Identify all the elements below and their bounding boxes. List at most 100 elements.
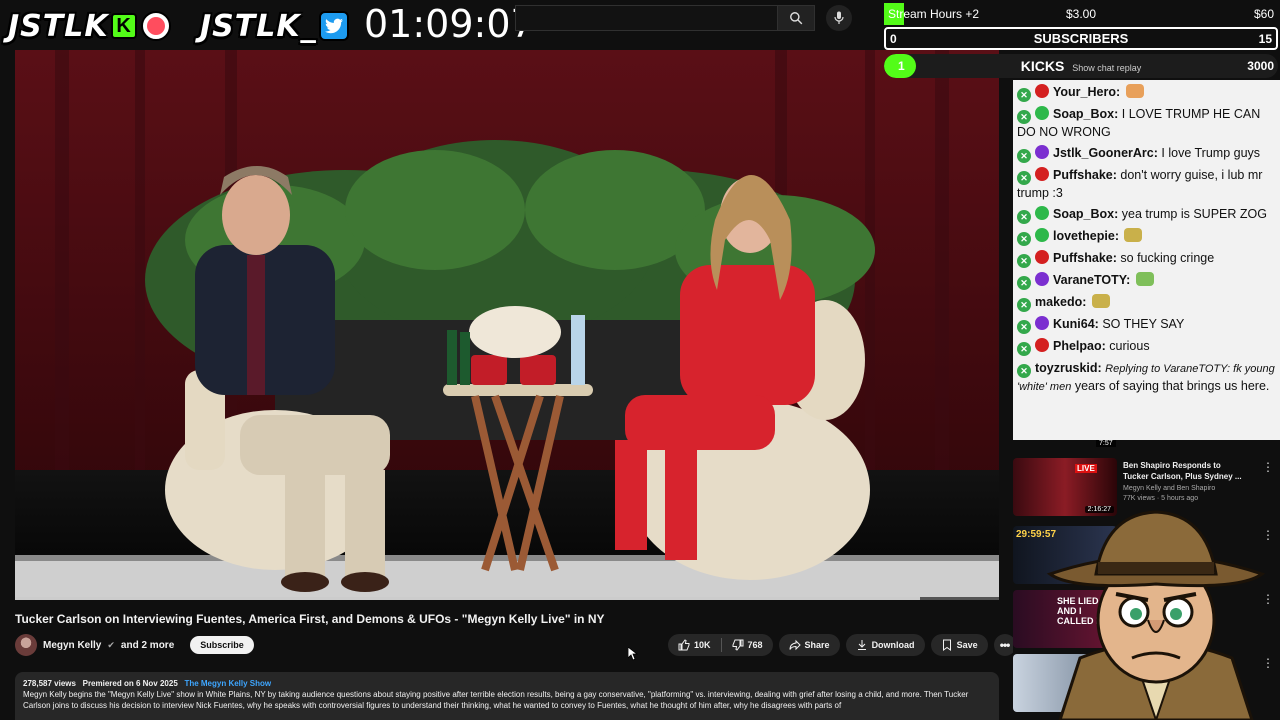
thumbs-up-icon — [678, 639, 690, 651]
twitter-brand-text: JSTLK_ — [200, 8, 317, 44]
like-button[interactable]: 10K — [668, 634, 721, 656]
mouse-cursor-icon — [628, 647, 638, 661]
top-bar: JSTLK K JSTLK_ 01:09:07 — [0, 0, 885, 50]
chat-text: I love Trump guys — [1161, 146, 1261, 160]
chat-username[interactable]: makedo: — [1035, 295, 1086, 309]
kick-logo-icon: K — [110, 13, 137, 39]
goal-bar: Stream Hours +2 $3.00 $60 — [884, 3, 1278, 25]
chat-username[interactable]: lovethepie: — [1053, 229, 1119, 243]
goal-target: $60 — [1253, 7, 1274, 21]
user-badge-icon — [1035, 106, 1049, 120]
user-badge-icon — [1035, 250, 1049, 264]
subscribe-button[interactable]: Subscribe — [190, 636, 254, 654]
user-badge-icon — [1035, 84, 1049, 98]
rec-top-duration: 7:57 — [1096, 440, 1116, 447]
chat-message: ✕ Soap_Box: I LOVE TRUMP HE CAN DO NO WRO… — [1017, 104, 1276, 143]
kick-brand: JSTLK K — [8, 8, 171, 44]
emote-icon — [1091, 294, 1110, 308]
search-input[interactable] — [515, 5, 777, 31]
subscribers-bar: 0 SUBSCRIBERS 15 — [884, 27, 1278, 50]
user-badge-icon — [1035, 272, 1049, 286]
subscribers-label: SUBSCRIBERS — [1033, 31, 1129, 46]
user-badge-icon — [1035, 228, 1049, 242]
stream-timer: 01:09:07 — [364, 2, 535, 46]
video-title: Tucker Carlson on Interviewing Fuentes, … — [15, 612, 605, 626]
more-horizontal-icon: ••• — [999, 638, 1011, 652]
show-chat-replay-link[interactable]: Show chat replay — [1072, 63, 1141, 73]
dislike-button[interactable]: 768 — [722, 634, 773, 656]
video-progress-bar[interactable] — [15, 597, 999, 600]
chat-message: ✕ Jstlk_GoonerArc: I love Trump guys — [1017, 143, 1276, 165]
rec-menu-icon[interactable]: ⋮ — [1262, 460, 1274, 474]
chat-message: ✕ Your_Hero: — [1017, 82, 1276, 104]
rec-meta: 77K views · 5 hours ago — [1123, 495, 1199, 502]
video-actions: 10K 768 Share Download Save ••• — [668, 634, 1016, 656]
chat-message: ✕ Puffshake: so fucking cringe — [1017, 248, 1276, 270]
chat-message: ✕ Phelpao: curious — [1017, 336, 1276, 358]
channel-avatar[interactable] — [15, 634, 37, 656]
chat-username[interactable]: Puffshake: — [1053, 168, 1117, 182]
chat-message: ✕ lovethepie: — [1017, 226, 1276, 248]
kick-badge-icon: ✕ — [1017, 276, 1031, 290]
kick-brand-text: JSTLK — [8, 8, 109, 44]
kick-badge-icon: ✕ — [1017, 298, 1031, 312]
premiere-date: Premiered on 6 Nov 2025 — [82, 679, 178, 688]
kick-badge-icon: ✕ — [1017, 210, 1031, 224]
chat-message: ✕ makedo: — [1017, 292, 1276, 314]
search-icon — [790, 12, 803, 25]
user-badge-icon — [1035, 167, 1049, 181]
chat-text: years of saying that brings us here. — [1074, 379, 1270, 393]
like-dislike-group: 10K 768 — [668, 634, 773, 656]
chat-username[interactable]: toyzruskid: — [1035, 361, 1102, 375]
voice-search-button[interactable] — [826, 5, 852, 31]
show-link[interactable]: The Megyn Kelly Show — [184, 679, 271, 688]
chat-text: so fucking cringe — [1120, 251, 1215, 265]
kick-badge-icon: ✕ — [1017, 110, 1031, 124]
kicks-target: 3000 — [1247, 59, 1274, 73]
chat-username[interactable]: Puffshake: — [1053, 251, 1117, 265]
channel-name[interactable]: Megyn Kelly — [43, 640, 101, 651]
bookmark-icon — [942, 639, 951, 651]
save-button[interactable]: Save — [930, 634, 988, 656]
share-button[interactable]: Share — [778, 634, 840, 656]
save-label: Save — [956, 640, 978, 650]
chat-text: curious — [1109, 339, 1150, 353]
kick-badge-icon: ✕ — [1017, 149, 1031, 163]
stream-screen: JSTLK K JSTLK_ 01:09:07 Tucker Carlson o… — [0, 0, 1280, 720]
chat-username[interactable]: Soap_Box: — [1053, 207, 1118, 221]
chat-message: ✕ toyzruskid: Replying to VaraneTOTY: fk … — [1017, 358, 1276, 398]
user-badge-icon — [1035, 206, 1049, 220]
twitter-brand: JSTLK_ — [200, 8, 349, 44]
chat-username[interactable]: Your_Hero: — [1053, 85, 1120, 99]
chat-message: ✕ Soap_Box: yea trump is SUPER ZOG — [1017, 204, 1276, 226]
dislike-count: 768 — [747, 640, 763, 650]
rec-channel[interactable]: Megyn Kelly and Ben Shapiro — [1123, 484, 1215, 494]
collaborators-link[interactable]: and 2 more — [121, 640, 174, 651]
chat-username[interactable]: Kuni64: — [1053, 317, 1099, 331]
kick-badge-icon: ✕ — [1017, 320, 1031, 334]
kicks-bar: 1 KICKS Show chat replay 3000 — [884, 54, 1278, 78]
rec-title[interactable]: Ben Shapiro Responds to Tucker Carlson, … — [1123, 460, 1243, 482]
chat-username[interactable]: Soap_Box: — [1053, 107, 1118, 121]
chat-username[interactable]: VaraneTOTY: — [1053, 273, 1130, 287]
share-label: Share — [804, 640, 830, 650]
download-label: Download — [871, 640, 915, 650]
emote-icon — [1124, 228, 1143, 242]
description-meta: 278,587 views Premiered on 6 Nov 2025 Th… — [23, 678, 991, 689]
view-count: 278,587 views — [23, 679, 76, 688]
chat-username[interactable]: Phelpao: — [1053, 339, 1106, 353]
chat-message: ✕ Kuni64: SO THEY SAY — [1017, 314, 1276, 336]
user-badge-icon — [1035, 316, 1049, 330]
description-box[interactable]: 278,587 views Premiered on 6 Nov 2025 Th… — [15, 672, 999, 720]
chat-panel[interactable]: ✕ Your_Hero: ✕ Soap_Box: I LOVE TRUMP HE C… — [1013, 80, 1280, 440]
chat-text: yea trump is SUPER ZOG — [1121, 207, 1267, 221]
user-badge-icon — [1035, 145, 1049, 159]
search-button[interactable] — [777, 5, 815, 31]
video-player[interactable] — [15, 50, 999, 600]
download-button[interactable]: Download — [845, 634, 925, 656]
emote-icon — [1125, 84, 1144, 98]
chat-username[interactable]: Jstlk_GoonerArc: — [1053, 146, 1158, 160]
like-count: 10K — [694, 640, 711, 650]
video-frame — [15, 50, 999, 600]
goal-current: $3.00 — [1065, 7, 1097, 21]
